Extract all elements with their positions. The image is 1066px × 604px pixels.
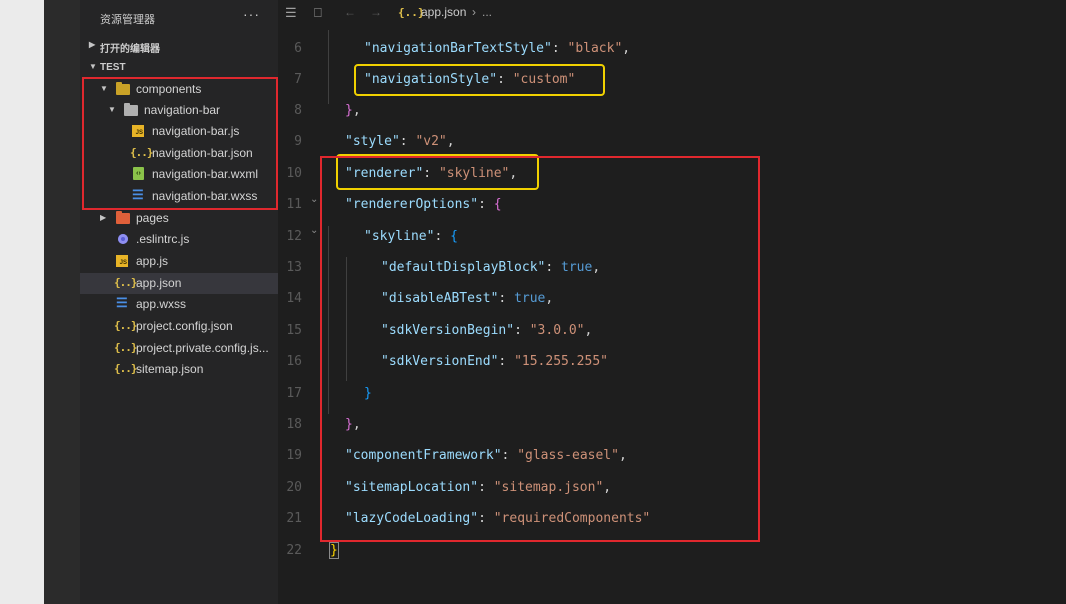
line-number: 6	[294, 41, 302, 56]
fold-chevron-icon[interactable]: ⌄	[310, 194, 318, 205]
line-number: 7	[294, 72, 302, 87]
line-number: 18	[286, 417, 302, 432]
wxss-file-icon: ☰	[116, 295, 128, 310]
open-editors-section[interactable]: ▶ 打开的编辑器	[80, 36, 278, 56]
outer-margin	[0, 0, 44, 604]
code-line-8: },	[345, 103, 361, 118]
line-number: 17	[286, 386, 302, 401]
breadcrumb-more[interactable]: ...	[482, 5, 492, 19]
line-number: 8	[294, 103, 302, 118]
tree-item-label: sitemap.json	[136, 362, 204, 376]
tree-item-label: project.private.config.js...	[136, 341, 269, 355]
highlight-renderer-options-box	[320, 156, 760, 542]
highlight-navigation-bar-box	[82, 77, 278, 210]
project-section[interactable]: ▼ TEST	[80, 58, 278, 78]
code-line-9: "style": "v2",	[345, 134, 455, 149]
line-number: 13	[286, 260, 302, 275]
tree-item-eslintrc[interactable]: .eslintrc.js	[80, 229, 278, 250]
back-arrow-icon[interactable]: ←	[344, 5, 356, 19]
json-file-icon: {..}	[114, 319, 138, 332]
line-number: 22	[286, 543, 302, 558]
json-file-icon: {..}	[114, 276, 138, 289]
tree-item-label: project.config.json	[136, 319, 233, 333]
tree-item-project-private-config[interactable]: {..} project.private.config.js...	[80, 338, 278, 359]
json-value: "black"	[567, 41, 623, 56]
breadcrumb-file[interactable]: app.json	[421, 5, 466, 19]
explorer-header: 资源管理器 ···	[80, 0, 278, 36]
code-line-6: "navigationBarTextStyle": "black",	[364, 41, 631, 56]
tree-item-sitemap[interactable]: {..} sitemap.json	[80, 359, 278, 380]
more-actions-button[interactable]: ···	[243, 6, 260, 22]
breadcrumb: ☰ ⎕ ← → {..} app.json › ...	[278, 0, 1066, 25]
folder-pages-icon	[116, 211, 130, 225]
code-line-22: }	[329, 542, 339, 559]
line-number: 20	[286, 480, 302, 495]
json-key: "navigationBarTextStyle"	[364, 41, 552, 56]
highlight-navigation-style-box	[354, 64, 605, 96]
eslint-file-icon	[116, 232, 130, 246]
chevron-right-icon: ▶	[100, 213, 107, 222]
json-file-icon: {..}	[114, 362, 138, 375]
project-label: TEST	[100, 62, 126, 73]
json-key: "style"	[345, 134, 400, 149]
app-window: 资源管理器 ··· ▶ 打开的编辑器 ▼ TEST ▼ components ▼…	[0, 0, 1066, 604]
fold-chevron-icon[interactable]: ⌄	[310, 225, 318, 236]
explorer-sidebar: 资源管理器 ··· ▶ 打开的编辑器 ▼ TEST ▼ components ▼…	[80, 0, 278, 604]
line-number: 19	[286, 448, 302, 463]
line-number: 10	[286, 166, 302, 181]
tree-item-label: pages	[136, 211, 169, 225]
js-file-icon: JS	[116, 254, 130, 268]
tree-item-label: app.wxss	[136, 297, 187, 311]
chevron-right-icon: ▶	[89, 40, 96, 49]
activity-bar	[44, 0, 80, 604]
tree-item-app-wxss[interactable]: ☰ app.wxss	[80, 294, 278, 315]
line-number: 9	[294, 134, 302, 149]
tree-item-pages[interactable]: ▶ pages	[80, 208, 278, 229]
code-editor: ☰ ⎕ ← → {..} app.json › ... 6 7 8 9 10 1…	[278, 0, 1066, 604]
bookmark-icon[interactable]: ⎕	[314, 5, 322, 21]
tree-item-project-config[interactable]: {..} project.config.json	[80, 316, 278, 337]
tree-item-label: .eslintrc.js	[136, 232, 190, 246]
line-number: 21	[286, 511, 302, 526]
json-file-icon: {..}	[114, 341, 138, 354]
tree-item-app-js[interactable]: JS app.js	[80, 251, 278, 272]
forward-arrow-icon[interactable]: →	[370, 5, 382, 19]
tree-item-app-json[interactable]: {..} app.json	[80, 273, 278, 294]
explorer-title: 资源管理器	[100, 14, 155, 26]
line-number: 16	[286, 354, 302, 369]
line-number: 14	[286, 291, 302, 306]
indent-guide	[328, 30, 329, 104]
chevron-down-icon: ▼	[89, 62, 97, 71]
line-number: 12	[286, 229, 302, 244]
breadcrumb-separator: ›	[472, 5, 476, 19]
json-value: "v2"	[415, 134, 447, 149]
tree-item-label: app.json	[136, 276, 182, 290]
open-editors-label: 打开的编辑器	[100, 44, 160, 55]
list-icon[interactable]: ☰	[285, 5, 297, 21]
line-number: 11	[286, 197, 302, 212]
tree-item-label: app.js	[136, 254, 169, 268]
line-number: 15	[286, 323, 302, 338]
